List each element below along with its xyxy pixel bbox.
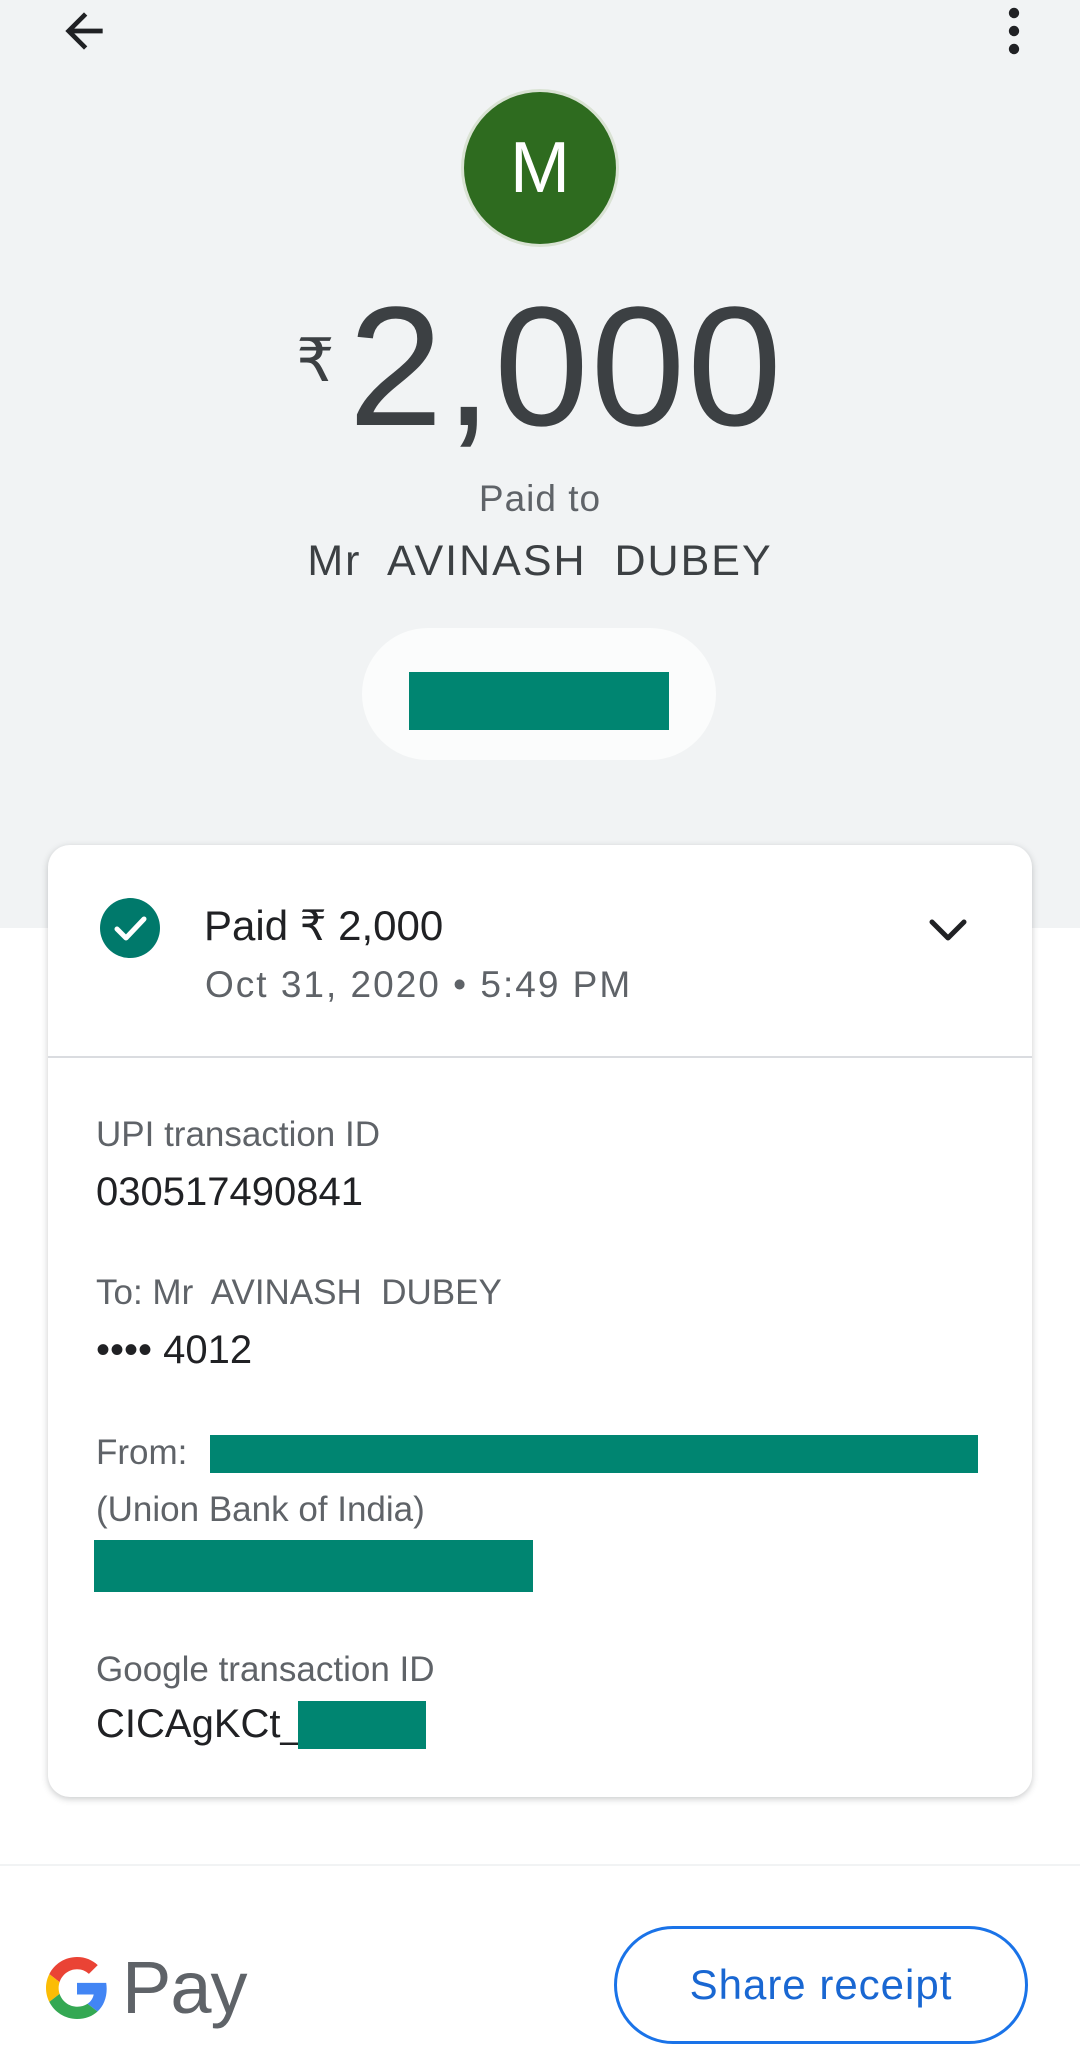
avatar: M [464, 92, 616, 244]
recipient-account: •••• 4012 [96, 1328, 253, 1372]
redacted-block [94, 1540, 533, 1592]
chevron-down-icon[interactable] [920, 905, 976, 957]
google-id-value: CICAgKCt_ [96, 1702, 303, 1746]
check-circle-icon [100, 898, 160, 958]
payment-amount: ₹ 2,000 [0, 282, 1080, 452]
footer-divider [0, 1864, 1080, 1866]
arrow-back-icon [65, 12, 103, 50]
more-vert-icon [1008, 7, 1020, 55]
currency-symbol: ₹ [296, 327, 335, 394]
paid-to-label: Paid to [478, 478, 602, 519]
amount-value: 2,000 [348, 272, 784, 462]
google-pay-logo: Pay [46, 1945, 248, 2030]
card-divider [48, 1056, 1032, 1058]
payment-date: Oct 31, 2020 • 5:49 PM [205, 964, 633, 1005]
redacted-block [409, 672, 669, 730]
sender-label: From: [96, 1433, 198, 1472]
status-pill [362, 628, 716, 760]
transaction-details-card: Paid ₹ 2,000 Oct 31, 2020 • 5:49 PM UPI … [48, 845, 1032, 1797]
pay-wordmark: Pay [122, 1946, 248, 2029]
payment-status-title: Paid ₹ 2,000 [204, 902, 444, 949]
recipient-label: To: Mr AVINASH DUBEY [96, 1273, 502, 1312]
upi-id-label: UPI transaction ID [96, 1115, 380, 1154]
upi-id-value: 030517490841 [96, 1170, 363, 1214]
payee-name: Mr AVINASH DUBEY [307, 537, 773, 585]
redacted-block [298, 1701, 426, 1749]
google-id-label: Google transaction ID [96, 1650, 435, 1689]
google-g-icon [46, 1956, 107, 2019]
share-receipt-button[interactable]: Share receipt [614, 1926, 1028, 2044]
redacted-block [210, 1435, 978, 1473]
back-button[interactable] [48, 0, 120, 62]
more-options-button[interactable] [990, 0, 1038, 62]
sender-bank: (Union Bank of India) [96, 1490, 425, 1529]
